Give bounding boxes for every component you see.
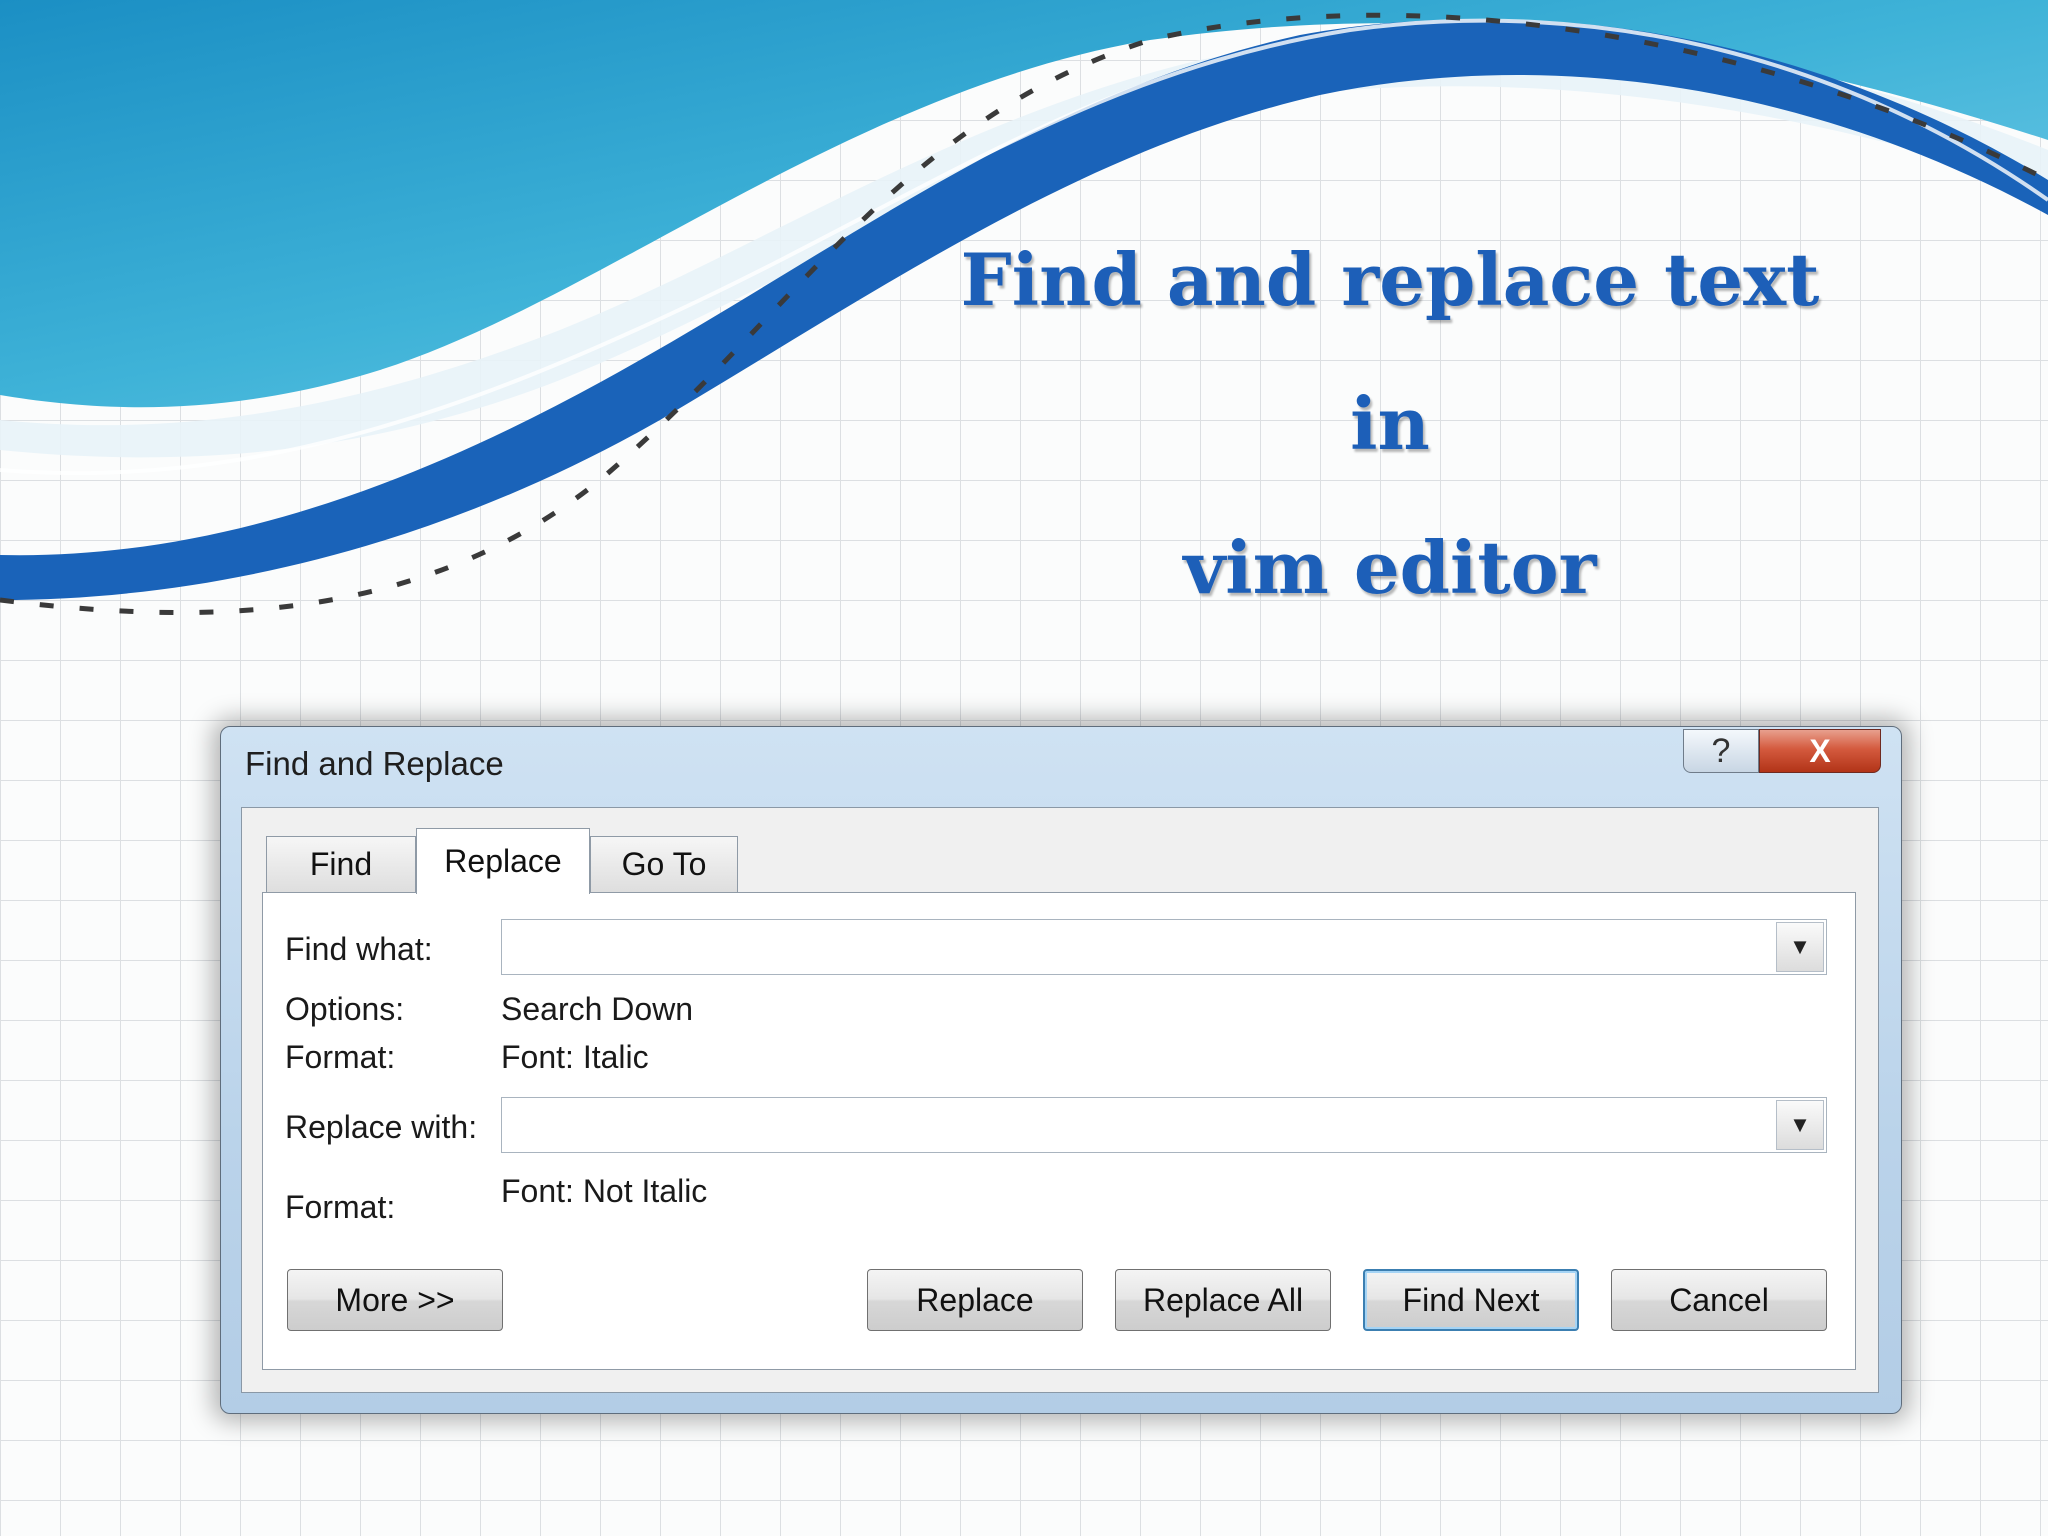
cancel-button-label: Cancel [1669,1281,1769,1318]
help-icon: ? [1711,731,1731,770]
replace-all-button-label: Replace All [1142,1281,1304,1318]
find-what-input[interactable] [506,924,1770,970]
find-what-combobox[interactable]: ▼ [501,919,1827,975]
tab-find[interactable]: Find [266,836,416,892]
dialog-title: Find and Replace [245,745,504,782]
close-button[interactable]: X [1759,729,1881,773]
slide-title-line-2: in [1350,381,1430,466]
more-button-label: More >> [335,1281,455,1318]
find-next-button[interactable]: Find Next [1363,1269,1579,1331]
replace-with-label: Replace with: [285,1109,478,1145]
find-format-label: Format: [285,1039,396,1075]
replace-button[interactable]: Replace [867,1269,1083,1331]
chevron-down-icon: ▼ [1789,1112,1811,1137]
chevron-down-icon: ▼ [1789,934,1811,959]
slide-title-line-1: Find and replace text [960,237,1820,322]
options-label: Options: [285,991,405,1027]
options-value: Search Down [501,991,694,1027]
close-icon: X [1809,732,1831,769]
tab-go-to[interactable]: Go To [590,836,738,892]
replace-button-label: Replace [916,1281,1034,1318]
replace-with-dropdown-button[interactable]: ▼ [1776,1100,1824,1150]
find-what-dropdown-button[interactable]: ▼ [1776,922,1824,972]
tab-label: Go To [621,846,707,882]
replace-with-combobox[interactable]: ▼ [501,1097,1827,1153]
tab-label: Replace [444,843,562,879]
slide-title-line-3: vim editor [1183,525,1597,610]
find-format-value: Font: Italic [501,1039,649,1075]
replace-with-input[interactable] [506,1102,1770,1148]
replace-all-button[interactable]: Replace All [1115,1269,1331,1331]
replace-tab-panel: Find what: ▼ Options: Search Down Format… [262,892,1856,1370]
find-replace-dialog: Find and Replace ? X Find Replace Go To … [220,726,1902,1414]
find-next-button-label: Find Next [1402,1281,1540,1318]
help-button[interactable]: ? [1683,729,1759,773]
dialog-titlebar[interactable]: Find and Replace ? X [221,727,1901,807]
more-button[interactable]: More >> [287,1269,503,1331]
cancel-button[interactable]: Cancel [1611,1269,1827,1331]
replace-format-value: Font: Not Italic [501,1173,708,1209]
dialog-content: Find Replace Go To Find what: ▼ Options:… [241,807,1879,1393]
tab-label: Find [309,846,373,882]
replace-format-label: Format: [285,1189,396,1225]
find-what-label: Find what: [285,931,433,967]
tab-replace[interactable]: Replace [416,828,590,894]
